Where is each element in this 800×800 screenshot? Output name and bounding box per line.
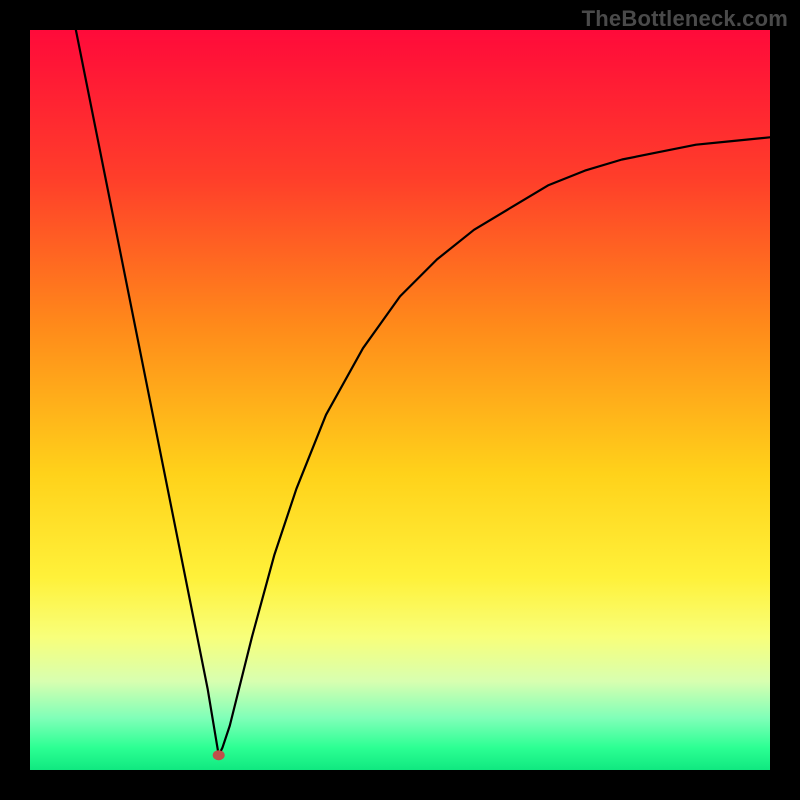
- brand-watermark: TheBottleneck.com: [582, 6, 788, 32]
- chart-frame: TheBottleneck.com: [0, 0, 800, 800]
- marker-dot: [213, 750, 225, 760]
- plot-area: [30, 30, 770, 770]
- chart-svg: [30, 30, 770, 770]
- chart-background: [30, 30, 770, 770]
